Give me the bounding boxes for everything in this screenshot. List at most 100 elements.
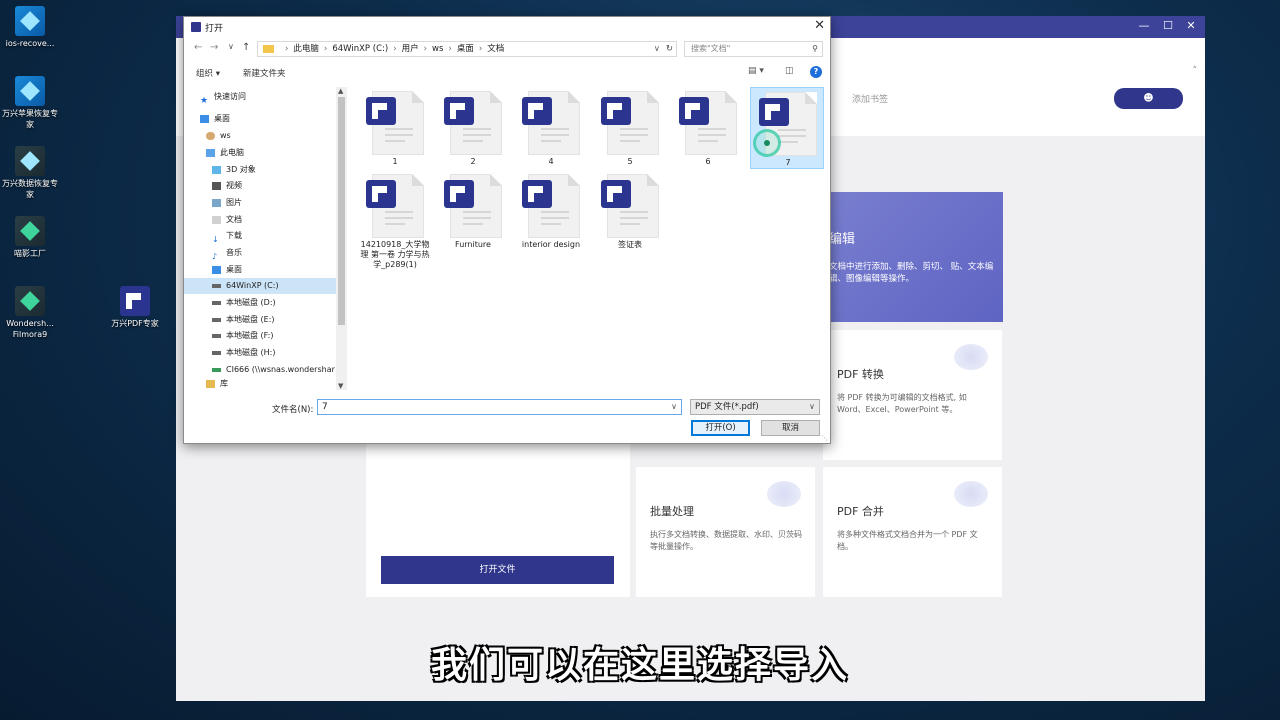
nav-item-label: 库 <box>220 379 228 388</box>
file-name: 7 <box>785 158 791 167</box>
nav-scrollbar[interactable]: ▲ ▼ <box>336 87 347 390</box>
nav-item-downloads[interactable]: ↓ 下载 <box>212 228 336 244</box>
nav-item-drive-f[interactable]: 本地磁盘 (F:) <box>212 328 336 344</box>
collapse-chevron-icon[interactable]: ˄ <box>1193 66 1198 76</box>
close-button[interactable]: ✕ <box>1181 19 1201 32</box>
pdf-merge-card[interactable]: PDF 合并 将多种文件格式文档合并为一个 PDF 文档。 <box>823 467 1002 597</box>
file-item-interior-design[interactable]: interior design <box>514 170 588 252</box>
desktop-icon-ios-recover[interactable]: ios-recove... <box>0 6 60 49</box>
cancel-button[interactable]: 取消 <box>761 420 820 436</box>
dialog-close-icon[interactable]: ✕ <box>814 18 825 33</box>
view-options-icon[interactable]: ▤ ▾ <box>748 66 764 76</box>
recent-chevron-icon[interactable]: ∨ <box>228 42 234 51</box>
nav-item-music[interactable]: ♪ 音乐 <box>212 245 336 261</box>
scroll-thumb[interactable] <box>338 97 345 325</box>
forward-arrow-icon[interactable]: → <box>210 42 218 53</box>
desktop-icon-data-recovery[interactable]: 万兴数据恢复专家 <box>0 146 60 200</box>
filename-input[interactable]: 7 ∨ <box>317 399 682 415</box>
filmora-app-icon <box>15 286 45 316</box>
breadcrumb-item[interactable]: 文档 <box>487 44 504 54</box>
scroll-down-icon[interactable]: ▼ <box>338 382 343 390</box>
file-name: 14210918_大学物理 第一卷 力学与热学_p289(1) <box>360 240 430 269</box>
address-bar[interactable]: › 此电脑 › 64WinXP (C:) › 用户 › ws › 桌面 › 文档 ∨ ↻ <box>257 41 677 57</box>
open-file-button[interactable]: 打开文件 <box>381 556 614 584</box>
nav-item-drive-e[interactable]: 本地磁盘 (E:) <box>212 312 336 328</box>
file-name: 6 <box>705 157 711 166</box>
add-bookmark-link[interactable]: 添加书签 <box>852 92 888 105</box>
back-arrow-icon[interactable]: ← <box>194 42 202 53</box>
open-button[interactable]: 打开(O) <box>691 420 750 436</box>
file-name: Furniture <box>455 240 491 249</box>
desktop-icon <box>200 114 209 123</box>
scroll-up-icon[interactable]: ▲ <box>338 87 343 95</box>
file-item-4[interactable]: 4 <box>514 87 588 169</box>
desktop-icon-filmora[interactable]: Wondersh... Filmora9 <box>0 286 60 340</box>
user-account-button[interactable]: ☻ <box>1114 88 1183 109</box>
file-name: 2 <box>470 157 476 166</box>
nav-item-3d-objects[interactable]: 3D 对象 <box>212 162 336 178</box>
nav-item-network-drive[interactable]: CI666 (\\wsnas.wondershar <box>212 362 336 378</box>
music-icon: ♪ <box>212 251 218 261</box>
nav-item-drive-d[interactable]: 本地磁盘 (D:) <box>212 295 336 311</box>
nav-item-desktop-pc[interactable]: 桌面 <box>212 262 336 278</box>
maximize-button[interactable]: ☐ <box>1158 19 1178 32</box>
feature-title: 批量处理 <box>650 505 694 518</box>
desktop-icon-label: Wondersh... Filmora9 <box>6 319 54 339</box>
file-item-7[interactable]: 7 <box>750 87 824 169</box>
nav-item-quick-access[interactable]: ★ 快速访问 <box>200 89 336 105</box>
nav-item-drive-h[interactable]: 本地磁盘 (H:) <box>212 345 336 361</box>
edit-card-title: 编辑 <box>829 232 856 247</box>
nav-item-desktop[interactable]: 桌面 <box>200 111 336 127</box>
file-name: 1 <box>392 157 398 166</box>
breadcrumb-item[interactable]: 此电脑 <box>293 44 319 54</box>
nav-item-ws[interactable]: ws <box>206 128 336 144</box>
file-item-6[interactable]: 6 <box>671 87 745 169</box>
nav-item-documents[interactable]: 文档 <box>212 212 336 228</box>
breadcrumb-item[interactable]: ws <box>432 44 443 54</box>
pdf-badge-icon <box>759 98 789 126</box>
dialog-title: 打开 <box>205 24 224 34</box>
search-input[interactable]: 搜索"文档" ⚲ <box>684 41 823 57</box>
minimize-button[interactable]: — <box>1134 19 1154 32</box>
file-item-2[interactable]: 2 <box>436 87 510 169</box>
nav-item-pictures[interactable]: 图片 <box>212 195 336 211</box>
preview-pane-icon[interactable]: ◫ <box>785 66 794 76</box>
refresh-icon[interactable]: ↻ <box>666 42 673 56</box>
desktop-icon-label: 万兴PDF专家 <box>111 319 159 328</box>
breadcrumb-item[interactable]: 64WinXP (C:) <box>332 44 388 54</box>
breadcrumb-item[interactable]: 用户 <box>402 44 419 54</box>
address-dropdown-icon[interactable]: ∨ <box>654 42 660 56</box>
nav-item-drive-c[interactable]: 64WinXP (C:) <box>184 278 336 294</box>
help-icon[interactable]: ? <box>810 66 822 78</box>
resize-grip-icon[interactable]: ⋱ <box>821 434 828 442</box>
folder-icon <box>263 44 274 53</box>
organize-menu[interactable]: 组织 ▾ <box>196 67 220 79</box>
nav-item-this-pc[interactable]: 此电脑 <box>206 145 336 161</box>
pdf-badge-icon <box>601 97 631 125</box>
desktop-icon-miaoying[interactable]: 喵影工厂 <box>0 216 60 259</box>
pdf-badge-icon <box>366 97 396 125</box>
file-item-5[interactable]: 5 <box>593 87 667 169</box>
up-arrow-icon[interactable]: ↑ <box>242 42 250 53</box>
nav-item-videos[interactable]: 视频 <box>212 178 336 194</box>
file-item-physics[interactable]: 14210918_大学物理 第一卷 力学与热学_p289(1) <box>358 170 432 290</box>
filename-dropdown-icon[interactable]: ∨ <box>671 400 677 414</box>
batch-process-card[interactable]: 批量处理 执行多文档转换、数据提取、水印、贝茨码等批量操作。 <box>636 467 815 597</box>
file-item-furniture[interactable]: Furniture <box>436 170 510 252</box>
nav-item-label: 音乐 <box>226 248 242 257</box>
desktop-icon-iphone-recovery[interactable]: 万兴苹果恢复专家 <box>0 76 60 130</box>
filetype-select[interactable]: PDF 文件(*.pdf) ∨ <box>690 399 820 415</box>
filename-label: 文件名(N): <box>272 405 314 415</box>
desktop-icon-pdf-expert[interactable]: 万兴PDF专家 <box>105 286 165 329</box>
drive-icon <box>212 317 221 322</box>
drive-icon <box>212 333 221 338</box>
new-folder-button[interactable]: 新建文件夹 <box>243 67 286 79</box>
batch-icon <box>767 481 801 507</box>
file-item-visa-form[interactable]: 签证表 <box>593 170 667 252</box>
file-item-1[interactable]: 1 <box>358 87 432 169</box>
desktop-icon-label: 万兴苹果恢复专家 <box>2 109 58 129</box>
nav-item-library[interactable]: 库 <box>206 378 336 390</box>
file-name: 5 <box>627 157 633 166</box>
pdf-convert-card[interactable]: PDF 转换 将 PDF 转换为可编辑的文档格式, 如 Word、Excel、P… <box>823 330 1002 460</box>
breadcrumb-item[interactable]: 桌面 <box>457 44 474 54</box>
